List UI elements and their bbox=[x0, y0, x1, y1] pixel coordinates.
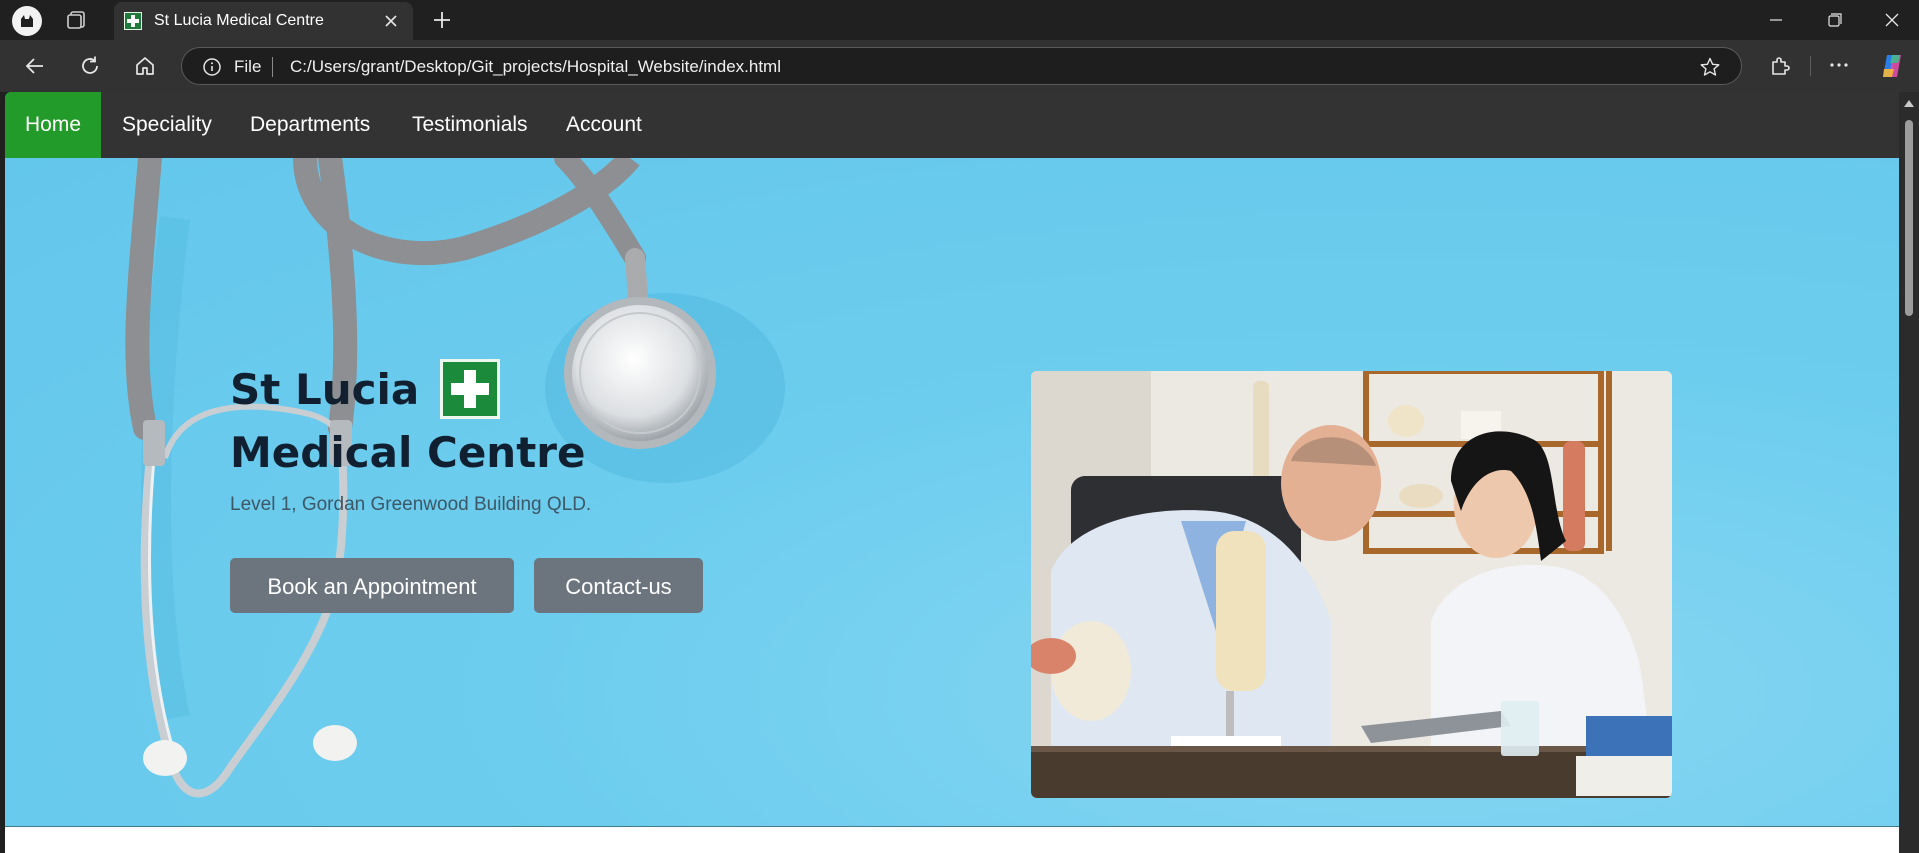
address-bar[interactable]: File C:/Users/grant/Desktop/Git_projects… bbox=[181, 47, 1742, 85]
active-tab[interactable]: St Lucia Medical Centre bbox=[114, 2, 413, 40]
nav-departments[interactable]: Departments bbox=[250, 92, 370, 158]
close-window-icon[interactable] bbox=[1870, 4, 1914, 36]
title-line-2: Medical Centre bbox=[230, 428, 586, 477]
nav-home[interactable]: Home bbox=[5, 92, 102, 158]
hero-section: St Lucia Medical Centre Level 1, Gordan … bbox=[5, 158, 1899, 826]
url-text[interactable]: C:/Users/grant/Desktop/Git_projects/Hosp… bbox=[290, 57, 781, 77]
page-scrollbar[interactable] bbox=[1899, 92, 1919, 853]
page-viewport: Home Speciality Departments Testimonials… bbox=[5, 92, 1899, 853]
toolbar: File C:/Users/grant/Desktop/Git_projects… bbox=[0, 40, 1919, 92]
plus-icon[interactable] bbox=[430, 8, 454, 32]
workspaces-icon[interactable] bbox=[64, 8, 88, 32]
file-scheme-label: File bbox=[234, 57, 262, 76]
profile-icon[interactable] bbox=[12, 6, 42, 36]
extensions-icon[interactable] bbox=[1768, 53, 1792, 77]
close-icon[interactable] bbox=[381, 11, 401, 31]
title-line-1: St Lucia bbox=[230, 358, 650, 421]
scroll-thumb[interactable] bbox=[1905, 120, 1913, 316]
address-text: Level 1, Gordan Greenwood Building QLD. bbox=[230, 494, 592, 515]
nav-speciality[interactable]: Speciality bbox=[122, 92, 212, 158]
book-appointment-button[interactable]: Book an Appointment bbox=[230, 558, 514, 613]
medical-cross-icon bbox=[439, 358, 500, 419]
doctors-photo bbox=[1031, 371, 1672, 798]
nav-testimonials[interactable]: Testimonials bbox=[412, 92, 528, 158]
nav-account[interactable]: Account bbox=[566, 92, 642, 158]
toolbar-divider bbox=[1810, 56, 1811, 76]
minimize-icon[interactable] bbox=[1754, 4, 1798, 36]
star-icon[interactable] bbox=[1699, 56, 1721, 78]
info-icon[interactable] bbox=[202, 57, 222, 77]
back-icon[interactable] bbox=[23, 54, 47, 78]
contact-us-button[interactable]: Contact-us bbox=[534, 558, 703, 613]
tab-strip: St Lucia Medical Centre bbox=[0, 0, 1919, 40]
address-divider bbox=[272, 57, 273, 77]
page-title: St Lucia Medical Centre bbox=[230, 358, 650, 484]
scroll-up-icon[interactable] bbox=[1904, 100, 1914, 107]
hero-divider bbox=[5, 826, 1899, 827]
title-text-1: St Lucia bbox=[230, 365, 420, 414]
tab-favicon bbox=[124, 12, 142, 30]
stethoscope-image bbox=[125, 158, 785, 798]
maximize-icon[interactable] bbox=[1812, 4, 1856, 36]
home-icon[interactable] bbox=[133, 54, 157, 78]
copilot-icon[interactable] bbox=[1878, 52, 1906, 80]
tab-title: St Lucia Medical Centre bbox=[154, 12, 324, 29]
reload-icon[interactable] bbox=[78, 54, 102, 78]
site-navbar: Home Speciality Departments Testimonials… bbox=[5, 92, 1899, 158]
more-icon[interactable] bbox=[1826, 53, 1852, 77]
